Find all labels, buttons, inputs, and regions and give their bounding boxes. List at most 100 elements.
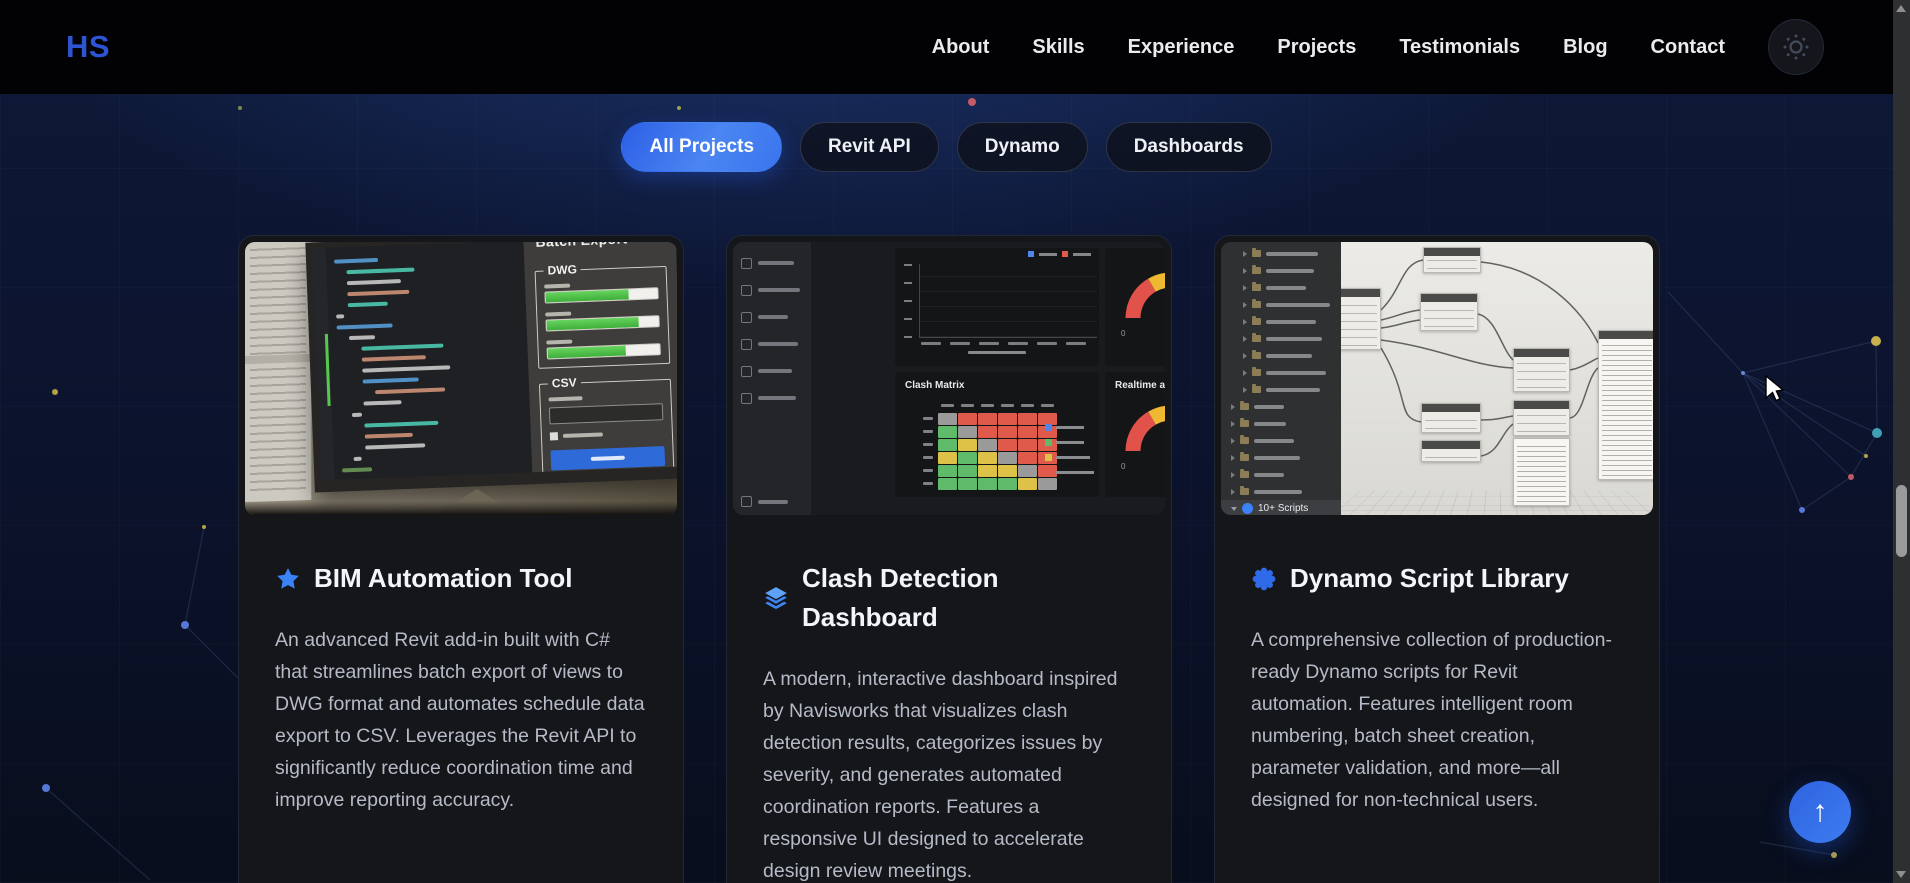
- scrollbar-thumb[interactable]: [1896, 485, 1907, 557]
- matrix-cell: [958, 413, 977, 425]
- constellation-dot: [1848, 474, 1854, 480]
- dynamo-node: [1341, 288, 1381, 350]
- dynamo-canvas: [1341, 242, 1653, 515]
- project-card-clash-detection-dashboard[interactable]: 0 Severity 100 Clash Matrix Realtime ana…: [726, 235, 1172, 883]
- x-tick: [950, 342, 970, 345]
- matrix-cell: [938, 413, 957, 425]
- code-editor: [312, 242, 533, 480]
- constellation-line: [1743, 373, 1866, 456]
- clash-matrix-title: Clash Matrix: [895, 372, 1099, 391]
- code-line: [336, 314, 344, 318]
- constellation-dot: [1741, 371, 1745, 375]
- realtime-analytics-panel: Realtime analytics 0 Severity 100: [1105, 372, 1165, 497]
- checkbox: [550, 432, 558, 440]
- code-line: [363, 400, 401, 405]
- library-item: [1221, 279, 1341, 296]
- theme-toggle-button[interactable]: [1768, 19, 1824, 75]
- realtime-analytics-title: Realtime analytics: [1105, 372, 1165, 391]
- clash-bar-chart: [919, 264, 1097, 338]
- project-description: A comprehensive collection of production…: [1251, 624, 1623, 816]
- matrix-cell: [1018, 452, 1037, 464]
- scroll-to-top-button[interactable]: ↑: [1789, 781, 1851, 843]
- nav-link-blog[interactable]: Blog: [1563, 36, 1607, 59]
- filter-revit-api[interactable]: Revit API: [800, 122, 939, 172]
- x-tick: [1008, 342, 1028, 345]
- project-card-bim-automation-tool[interactable]: Batch Export DWG CSV: [238, 235, 684, 883]
- matrix-cell: [978, 400, 997, 412]
- nav-links: About Skills Experience Projects Testimo…: [932, 19, 1824, 75]
- scrollbar[interactable]: [1893, 0, 1910, 883]
- matrix-legend: [1045, 424, 1094, 484]
- code-line: [334, 258, 378, 264]
- matrix-cell: [1018, 478, 1037, 490]
- project-thumbnail-dashboard: 0 Severity 100 Clash Matrix Realtime ana…: [733, 242, 1165, 515]
- x-tick: [1037, 342, 1057, 345]
- dynamo-node: [1513, 348, 1570, 392]
- matrix-cell: [978, 426, 997, 438]
- menu-item: [741, 311, 803, 323]
- x-tick: [921, 342, 941, 345]
- nav-link-experience[interactable]: Experience: [1128, 36, 1235, 59]
- constellation-line: [1743, 373, 1877, 433]
- project-filters: All Projects Revit API Dynamo Dashboards: [0, 122, 1893, 172]
- matrix-cell: [958, 452, 977, 464]
- layers-icon: [763, 585, 789, 611]
- matrix-cell: [978, 478, 997, 490]
- dynamo-node: [1421, 440, 1481, 462]
- nav-link-contact[interactable]: Contact: [1651, 36, 1725, 59]
- nav-link-projects[interactable]: Projects: [1277, 36, 1356, 59]
- constellation-line: [1743, 373, 1802, 510]
- severity-gauge-panel: 0 Severity 100: [1105, 248, 1165, 366]
- clash-matrix-heatmap: [921, 400, 1057, 490]
- nav-link-testimonials[interactable]: Testimonials: [1399, 36, 1520, 59]
- code-line: [362, 365, 450, 372]
- code-line: [362, 355, 426, 361]
- constellation-dot: [181, 621, 189, 629]
- filter-dynamo[interactable]: Dynamo: [957, 122, 1088, 172]
- project-title: Dynamo Script Library: [1290, 559, 1569, 598]
- menu-item: [741, 365, 803, 377]
- matrix-cell: [958, 465, 977, 477]
- constellation-dot: [1864, 454, 1868, 458]
- severity-gauge: 0 Severity 100: [1109, 260, 1165, 346]
- constellation-line: [1743, 341, 1876, 373]
- progress-bar: [544, 287, 658, 303]
- matrix-cell: [958, 426, 977, 438]
- matrix-cell: [978, 452, 997, 464]
- constellation-dot: [52, 389, 58, 395]
- progress-bar: [545, 315, 659, 331]
- constellation-line: [1802, 477, 1851, 510]
- library-item: [1221, 381, 1341, 398]
- filter-dashboards[interactable]: Dashboards: [1106, 122, 1272, 172]
- scrollbar-up-arrow[interactable]: [1896, 5, 1906, 12]
- scripts-badge-icon: [1242, 503, 1253, 514]
- constellation-line: [1760, 842, 1834, 855]
- matrix-cell: [938, 426, 957, 438]
- constellation-line: [1743, 373, 1851, 477]
- library-item: [1221, 245, 1341, 262]
- matrix-cell: [978, 439, 997, 451]
- code-line: [375, 387, 445, 394]
- site-logo[interactable]: HS: [66, 29, 110, 65]
- matrix-cell: [921, 478, 937, 490]
- clash-matrix-panel: Clash Matrix: [895, 372, 1099, 497]
- arrow-up-icon: ↑: [1813, 797, 1828, 827]
- project-thumbnail-code-editor: Batch Export DWG CSV: [245, 242, 677, 515]
- nav-link-about[interactable]: About: [932, 36, 990, 59]
- nav-link-skills[interactable]: Skills: [1032, 36, 1084, 59]
- constellation-dot: [42, 784, 50, 792]
- code-line: [347, 279, 401, 285]
- library-item: [1221, 398, 1341, 415]
- project-card-dynamo-script-library[interactable]: 10+ Scripts: [1214, 235, 1660, 883]
- matrix-cell: [1018, 400, 1037, 412]
- x-tick: [979, 342, 999, 345]
- constellation-dot: [202, 525, 206, 529]
- library-item: [1221, 364, 1341, 381]
- menu-item: [741, 338, 803, 350]
- library-item: [1221, 313, 1341, 330]
- scrollbar-down-arrow[interactable]: [1896, 871, 1906, 878]
- filter-all-projects[interactable]: All Projects: [621, 122, 782, 172]
- constellation-dot: [1871, 336, 1881, 346]
- csv-path-input: [549, 403, 664, 424]
- constellation-line: [1851, 433, 1877, 477]
